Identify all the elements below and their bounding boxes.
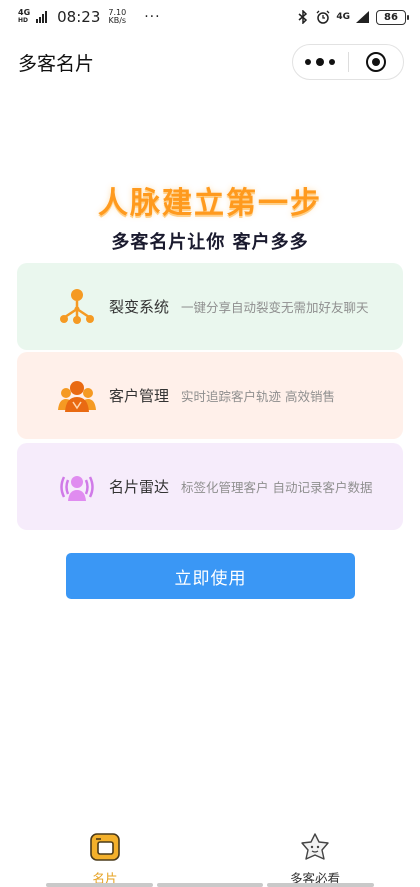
- feature-desc: 实时追踪客户轨迹 高效销售: [181, 389, 335, 404]
- tab-card[interactable]: 名片: [0, 828, 210, 887]
- right-network-label: 4G: [336, 12, 350, 22]
- star-face-icon: [299, 832, 331, 866]
- feature-name: 客户管理: [109, 387, 170, 405]
- signal-strength-icon: [356, 10, 370, 24]
- network-speed: 7.10 KB/s: [108, 8, 127, 25]
- feature-name: 名片雷达: [109, 478, 170, 496]
- hero-subtitle: 多客名片让你 客户多多: [111, 232, 309, 253]
- dot-icon: [316, 58, 325, 66]
- hero-title: 人脉建立第一步: [98, 186, 322, 221]
- tab-bar: 名片 多客必看: [0, 828, 420, 887]
- dot-icon: [329, 59, 336, 65]
- page-title: 多客名片: [18, 52, 95, 75]
- card-tab-icon: [89, 832, 121, 866]
- use-now-button[interactable]: 立即使用: [66, 553, 355, 599]
- battery-indicator: 86: [376, 9, 409, 25]
- clock: 08:23: [57, 8, 101, 26]
- feature-desc: 一键分享自动裂变无需加好友聊天: [181, 300, 369, 315]
- nav-bar: 多客名片: [0, 34, 420, 90]
- more-notifications: ···: [144, 9, 161, 25]
- target-close-icon: [365, 52, 386, 72]
- feature-card-customer[interactable]: 客户管理 实时追踪客户轨迹 高效销售: [17, 352, 403, 439]
- alarm-icon: [316, 10, 330, 24]
- home-indicator: [0, 883, 420, 887]
- fission-network-icon: [57, 287, 97, 327]
- mini-program-capsule: [292, 44, 404, 80]
- feature-card-fission[interactable]: 裂变系统 一键分享自动裂变无需加好友聊天: [17, 263, 403, 350]
- customer-group-icon: [57, 376, 97, 416]
- feature-desc: 标签化管理客户 自动记录客户数据: [181, 480, 373, 495]
- feature-name: 裂变系统: [109, 298, 170, 316]
- bluetooth-icon: [296, 10, 310, 24]
- status-bar: 4G HD 08:23 7.10 KB/s ··· 4G 86: [0, 0, 420, 34]
- signal-icon: [36, 11, 48, 23]
- close-mini-program-button[interactable]: [349, 52, 404, 72]
- feature-card-radar[interactable]: 名片雷达 标签化管理客户 自动记录客户数据: [17, 443, 403, 530]
- dot-icon: [305, 59, 312, 65]
- more-menu-button[interactable]: [293, 58, 348, 66]
- network-indicator: 4G HD: [18, 8, 31, 25]
- radar-person-icon: [57, 467, 97, 507]
- tab-must-read[interactable]: 多客必看: [210, 828, 420, 887]
